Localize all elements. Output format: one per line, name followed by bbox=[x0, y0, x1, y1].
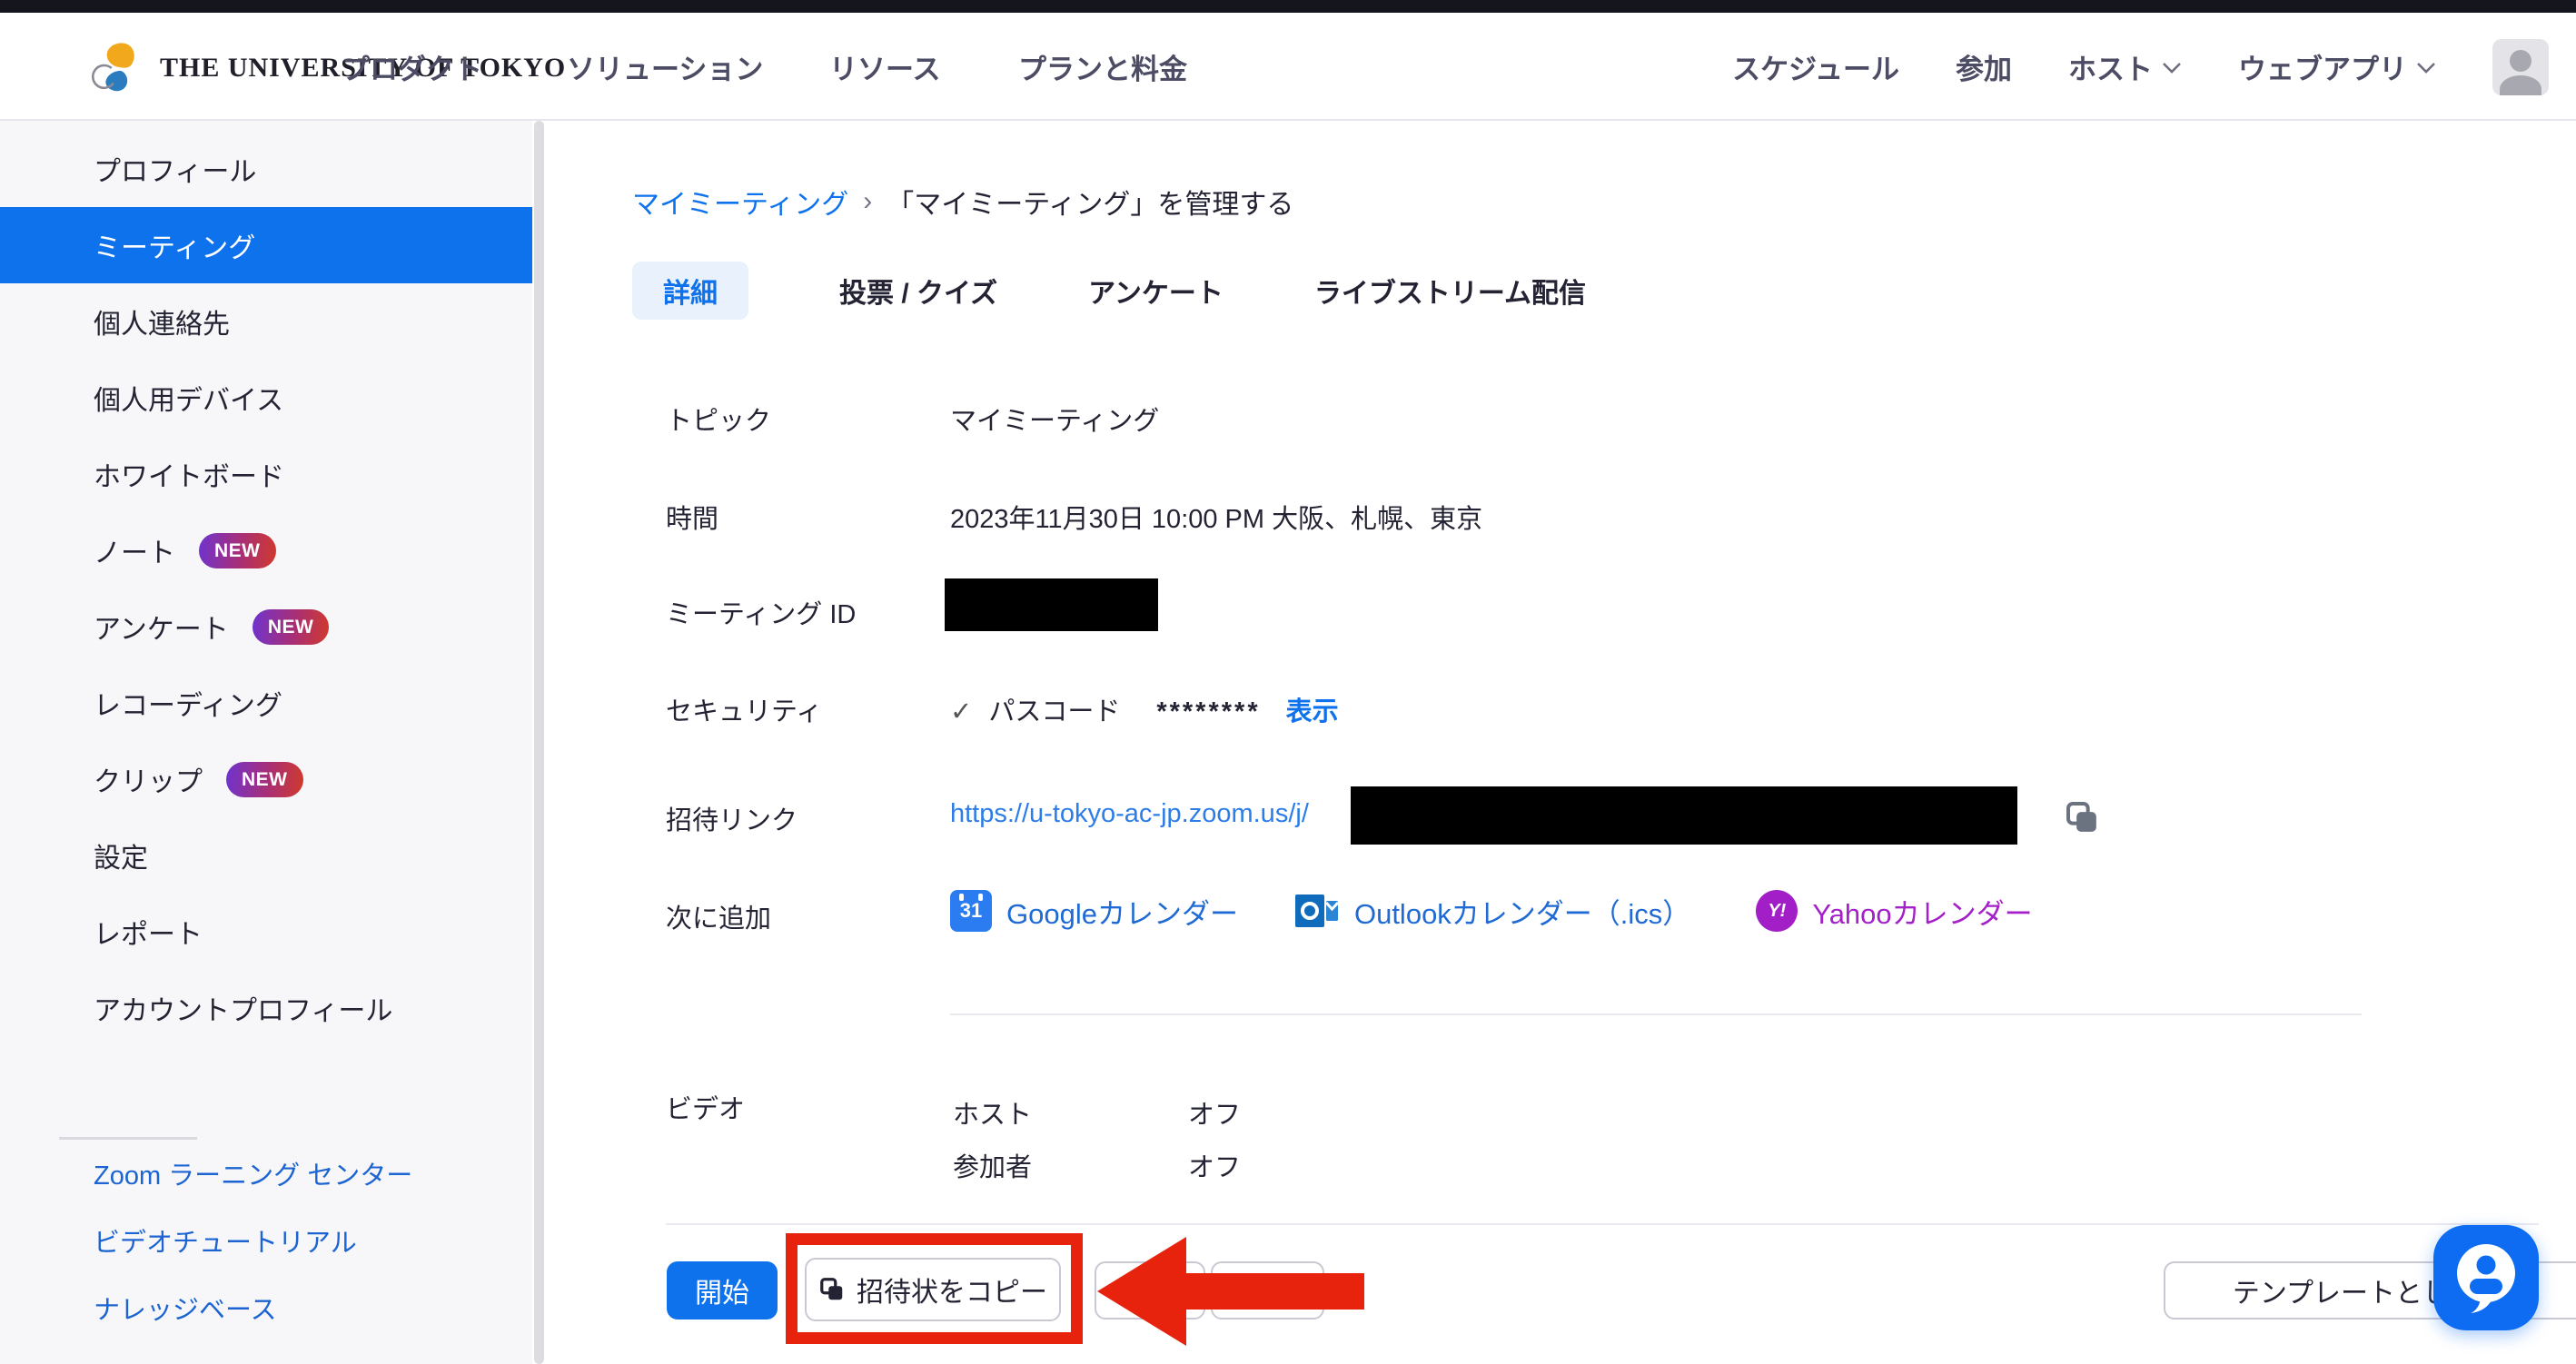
yahoo-calendar-icon: Y! bbox=[1756, 890, 1798, 932]
nav-products[interactable]: プロダクト bbox=[342, 13, 482, 121]
sidebar-scrollbar[interactable] bbox=[534, 121, 544, 1364]
person-chat-bubble-icon bbox=[2451, 1240, 2522, 1315]
meeting-id-redaction bbox=[945, 578, 1158, 631]
breadcrumb-current: 「マイミーティング」を管理する bbox=[887, 182, 1293, 222]
security-row: ✓ パスコード ******** 表示 bbox=[950, 690, 1339, 728]
invite-link-label: 招待リンク bbox=[666, 799, 798, 837]
nav-plans-pricing[interactable]: プランと料金 bbox=[1018, 13, 1187, 121]
new-badge: NEW bbox=[199, 533, 276, 568]
sidebar-item-surveys[interactable]: アンケートNEW bbox=[0, 588, 532, 665]
sidebar-link-learning-center[interactable]: Zoom ラーニング センター bbox=[0, 1140, 532, 1207]
invite-link-redaction bbox=[1351, 786, 2017, 845]
breadcrumb: マイミーティング › 「マイミーティング」を管理する bbox=[632, 182, 1293, 222]
passcode-label: パスコード bbox=[988, 697, 1120, 726]
sidebar-link-video-tutorials[interactable]: ビデオチュートリアル bbox=[0, 1207, 532, 1274]
sidebar: プロフィール ミーティング 個人連絡先 個人用デバイス ホワイトボード ノートN… bbox=[0, 121, 532, 1364]
copy-invitation-button[interactable]: 招待状をコピー bbox=[805, 1258, 1061, 1321]
sidebar-item-reports[interactable]: レポート bbox=[0, 894, 532, 970]
sidebar-item-meetings[interactable]: ミーティング bbox=[0, 207, 532, 283]
nav-resources[interactable]: リソース bbox=[829, 13, 940, 121]
tab-live-streaming[interactable]: ライブストリーム配信 bbox=[1314, 262, 1586, 320]
nav-solutions[interactable]: ソリューション bbox=[567, 13, 763, 121]
sidebar-item-clips[interactable]: クリップNEW bbox=[0, 741, 532, 817]
sidebar-item-notes[interactable]: ノートNEW bbox=[0, 512, 532, 588]
copy-icon bbox=[818, 1276, 846, 1303]
divider bbox=[666, 1223, 2539, 1225]
sidebar-item-profile[interactable]: プロフィール bbox=[0, 131, 532, 207]
profile-avatar[interactable] bbox=[2492, 39, 2549, 95]
university-of-tokyo-logo[interactable]: THE UNIVERSITY OF TOKYO bbox=[91, 40, 566, 96]
video-participant-label: 参加者 bbox=[953, 1146, 1032, 1184]
sidebar-item-settings[interactable]: 設定 bbox=[0, 817, 532, 894]
nav-host[interactable]: ホスト bbox=[2068, 46, 2182, 87]
nav-schedule[interactable]: スケジュール bbox=[1732, 46, 1899, 87]
ginkgo-leaf-icon bbox=[91, 40, 147, 96]
header: THE UNIVERSITY OF TOKYO プロダクト ソリューション リソ… bbox=[0, 13, 2576, 121]
show-passcode-link[interactable]: 表示 bbox=[1286, 697, 1339, 726]
sidebar-item-account-profile[interactable]: アカウントプロフィール bbox=[0, 970, 532, 1046]
copy-link-icon[interactable] bbox=[2064, 799, 2100, 835]
chevron-down-icon bbox=[2162, 61, 2182, 74]
breadcrumb-separator: › bbox=[863, 186, 872, 217]
meeting-id-label: ミーティング ID bbox=[666, 593, 856, 631]
nav-join[interactable]: 参加 bbox=[1956, 46, 2012, 87]
video-label: ビデオ bbox=[666, 1088, 745, 1126]
tab-survey[interactable]: アンケート bbox=[1088, 262, 1224, 320]
new-badge: NEW bbox=[226, 762, 303, 797]
edit-button[interactable]: 編集 bbox=[1095, 1261, 1205, 1320]
chevron-down-icon bbox=[2416, 61, 2436, 74]
outlook-calendar-icon bbox=[1294, 890, 1340, 932]
start-button[interactable]: 開始 bbox=[667, 1261, 778, 1320]
video-host-value: オフ bbox=[1188, 1093, 1241, 1132]
tab-polls-quizzes[interactable]: 投票 / クイズ bbox=[839, 262, 997, 320]
header-right-nav: スケジュール 参加 ホスト ウェブアプリ bbox=[1732, 13, 2549, 121]
video-participant-value: オフ bbox=[1188, 1146, 1241, 1184]
time-value: 2023年11月30日 10:00 PM 大阪、札幌、東京 bbox=[950, 498, 1482, 536]
invite-link-url[interactable]: https://u-tokyo-ac-jp.zoom.us/j/ bbox=[950, 799, 1309, 829]
passcode-mask: ******** bbox=[1156, 697, 1260, 726]
google-calendar-link[interactable]: 31 Googleカレンダー bbox=[950, 890, 1238, 932]
checkmark-icon: ✓ bbox=[950, 697, 972, 726]
top-dark-strip bbox=[0, 0, 2576, 13]
tab-bar: 詳細 投票 / クイズ アンケート ライブストリーム配信 bbox=[632, 262, 1586, 320]
sidebar-item-recordings[interactable]: レコーディング bbox=[0, 665, 532, 741]
calendar-links-row: 31 Googleカレンダー Outlookカレンダー（.ics） Y! Yah… bbox=[950, 890, 2033, 932]
sidebar-item-whiteboard[interactable]: ホワイトボード bbox=[0, 436, 532, 512]
google-calendar-icon: 31 bbox=[950, 890, 992, 932]
topic-value: マイミーティング bbox=[950, 400, 1159, 438]
divider bbox=[950, 1013, 2362, 1015]
tab-details[interactable]: 詳細 bbox=[632, 262, 748, 320]
breadcrumb-my-meetings-link[interactable]: マイミーティング bbox=[632, 182, 848, 222]
delete-button[interactable]: 削除 bbox=[1211, 1261, 1324, 1320]
new-badge: NEW bbox=[253, 609, 330, 645]
sidebar-item-personal-contacts[interactable]: 個人連絡先 bbox=[0, 283, 532, 360]
time-label: 時間 bbox=[666, 498, 718, 536]
nav-webapp[interactable]: ウェブアプリ bbox=[2238, 46, 2436, 87]
yahoo-calendar-link[interactable]: Y! Yahooカレンダー bbox=[1756, 890, 2032, 932]
security-label: セキュリティ bbox=[666, 690, 822, 728]
sidebar-link-knowledge-base[interactable]: ナレッジベース bbox=[0, 1274, 532, 1341]
outlook-calendar-link[interactable]: Outlookカレンダー（.ics） bbox=[1294, 890, 1690, 932]
video-host-label: ホスト bbox=[953, 1093, 1032, 1132]
add-to-label: 次に追加 bbox=[666, 897, 771, 935]
topic-label: トピック bbox=[666, 400, 771, 438]
sidebar-item-personal-devices[interactable]: 個人用デバイス bbox=[0, 360, 532, 436]
page: THE UNIVERSITY OF TOKYO プロダクト ソリューション リソ… bbox=[0, 0, 2576, 1364]
avatar-person-icon bbox=[2510, 50, 2531, 72]
support-chat-button[interactable] bbox=[2433, 1225, 2539, 1330]
